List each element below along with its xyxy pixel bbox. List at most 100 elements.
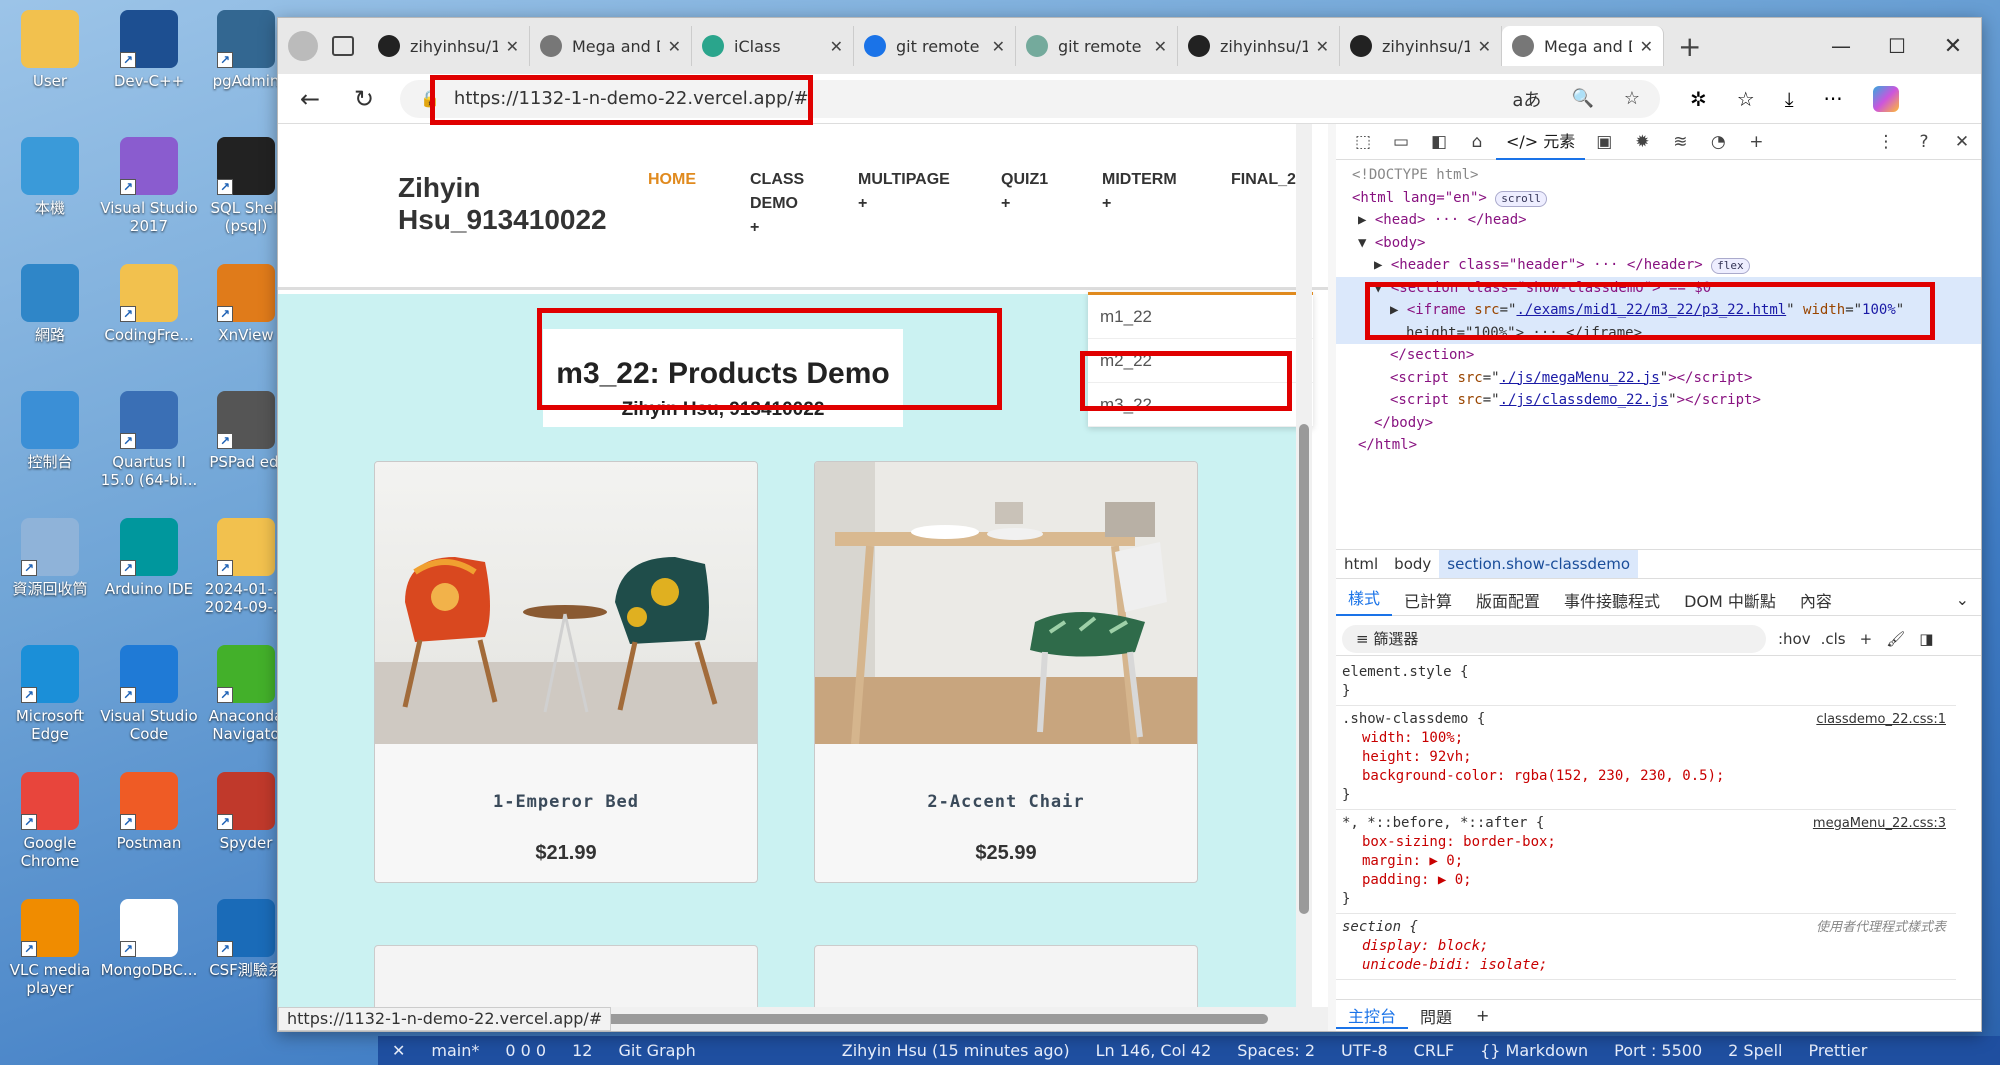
crumb-html[interactable]: html <box>1336 550 1386 578</box>
desktop-shortcut[interactable]: ↗ Postman <box>99 772 199 852</box>
dom-section-node[interactable]: ▼ <section class="show-classdemo"> == $0 <box>1336 276 1981 299</box>
desktop-shortcut[interactable]: ↗ Visual Studio 2017 <box>99 137 199 235</box>
blame-status[interactable]: Zihyin Hsu (15 minutes ago) <box>842 1041 1070 1060</box>
crumb-body[interactable]: body <box>1386 550 1439 578</box>
read-aloud-icon[interactable]: aあ <box>1512 86 1541 112</box>
style-rule[interactable]: element.style { } <box>1336 659 1956 706</box>
prettier-status[interactable]: Prettier <box>1808 1041 1867 1060</box>
close-tab-icon[interactable]: ✕ <box>992 37 1005 56</box>
new-tab-button[interactable]: + <box>1678 30 1701 63</box>
dom-header-node[interactable]: ▶ <header class="header"> ··· </header> … <box>1336 254 1981 277</box>
device-icon[interactable]: ▭ <box>1382 132 1420 152</box>
more-menu-icon[interactable]: ··· <box>1824 87 1843 111</box>
cls-toggle[interactable]: .cls <box>1821 630 1846 648</box>
favorites-icon[interactable]: ☆ <box>1737 87 1755 111</box>
tab-console[interactable]: 主控台 <box>1336 1003 1409 1029</box>
style-property[interactable]: box-sizing: border-box; <box>1342 833 1950 852</box>
minimize-button[interactable]: — <box>1813 34 1869 58</box>
branch-status[interactable]: main* <box>431 1041 479 1060</box>
dom-iframe-node[interactable]: ▶ <iframe src="./exams/mid1_22/m3_22/p3_… <box>1336 299 1981 322</box>
desktop-shortcut[interactable]: 控制台 <box>0 391 100 471</box>
browser-tab[interactable]: zihyinhsu/1 ✕ <box>1178 26 1340 66</box>
close-tab-icon[interactable]: ✕ <box>1478 37 1491 56</box>
language-status[interactable]: {} Markdown <box>1480 1041 1588 1060</box>
downloads-icon[interactable]: ⤓ <box>1785 87 1794 111</box>
tab-event-listeners[interactable]: 事件接聽程式 <box>1552 588 1672 612</box>
inspect-icon[interactable]: ⬚ <box>1344 132 1382 152</box>
profile-icon[interactable] <box>288 31 318 61</box>
menu-final[interactable]: FINAL_22 <box>1231 168 1305 192</box>
flex-badge[interactable]: flex <box>1711 258 1750 274</box>
network-wifi-icon[interactable]: ≋ <box>1661 132 1699 152</box>
sidebar-toggle-icon[interactable]: ◨ <box>1919 630 1933 648</box>
menu-quiz1[interactable]: QUIZ1 + <box>1001 168 1048 216</box>
tab-dom-breakpoints[interactable]: DOM 中斷點 <box>1672 588 1788 612</box>
sources-bug-icon[interactable]: ✹ <box>1623 132 1661 152</box>
close-devtools-icon[interactable]: ✕ <box>1943 132 1981 152</box>
menu-classdemo[interactable]: CLASS DEMO + <box>750 168 804 240</box>
desktop-shortcut[interactable]: 本機 <box>0 137 100 217</box>
close-window-button[interactable]: ✕ <box>1925 34 1981 59</box>
dom-script-node[interactable]: <script src="./js/classdemo_22.js"></scr… <box>1336 389 1981 412</box>
tab-issues[interactable]: 問題 <box>1408 1004 1464 1028</box>
desktop-shortcut[interactable]: ↗ VLC media player <box>0 899 100 997</box>
lock-icon[interactable]: 🔒 <box>420 89 440 108</box>
cursor-status[interactable]: Ln 146, Col 42 <box>1096 1041 1212 1060</box>
favorite-star-icon[interactable]: ☆ <box>1624 88 1640 109</box>
dock-icon[interactable]: ◧ <box>1420 132 1458 152</box>
desktop-shortcut[interactable]: ↗ Visual Studio Code <box>99 645 199 743</box>
script-src-link[interactable]: ./js/megaMenu_22.js <box>1500 370 1660 386</box>
iframe-src-link[interactable]: ./exams/mid1_22/m3_22/p3_22.html <box>1516 302 1786 318</box>
close-tab-icon[interactable]: ✕ <box>1316 37 1329 56</box>
scroll-badge[interactable]: scroll <box>1495 190 1548 207</box>
encoding-status[interactable]: UTF-8 <box>1341 1041 1388 1060</box>
indent-status[interactable]: Spaces: 2 <box>1237 1041 1315 1060</box>
refresh-button[interactable]: ↻ <box>344 81 384 117</box>
scrollbar-thumb[interactable] <box>568 1014 1268 1024</box>
problems-status[interactable]: 0 0 0 <box>505 1041 546 1060</box>
hov-toggle[interactable]: :hov <box>1778 630 1811 648</box>
close-tab-icon[interactable]: ✕ <box>668 37 681 56</box>
spell-status[interactable]: 2 Spell <box>1728 1041 1782 1060</box>
git-graph-status[interactable]: Git Graph <box>618 1041 695 1060</box>
style-property[interactable]: margin: ▶ 0; <box>1342 852 1950 871</box>
product-card[interactable]: 1-Emperor Bed $21.99 <box>374 461 758 883</box>
new-rule-icon[interactable]: + <box>1860 630 1873 648</box>
style-property[interactable]: padding: ▶ 0; <box>1342 871 1950 890</box>
chevron-down-icon[interactable]: ⌄ <box>1944 590 1981 609</box>
devtools-menu-icon[interactable]: ⋮ <box>1867 132 1905 152</box>
extensions-icon[interactable]: ✲ <box>1690 87 1707 111</box>
crumb-section[interactable]: section.show-classdemo <box>1439 550 1639 578</box>
close-tab-icon[interactable]: ✕ <box>1154 37 1167 56</box>
desktop-shortcut[interactable]: ↗ Dev-C++ <box>99 10 199 90</box>
style-property[interactable]: width: 100%; <box>1342 729 1950 748</box>
close-tab-icon[interactable]: ✕ <box>1640 37 1653 56</box>
browser-tab[interactable]: zihyinhsu/1 ✕ <box>368 26 530 66</box>
menu-home[interactable]: HOME <box>648 168 696 192</box>
welcome-home-icon[interactable]: ⌂ <box>1458 132 1496 152</box>
maximize-button[interactable]: ☐ <box>1869 34 1925 58</box>
menu-multipage[interactable]: MULTIPAGE + <box>858 168 950 216</box>
port-status[interactable]: Port : 5500 <box>1614 1041 1702 1060</box>
tab-actions-icon[interactable] <box>332 36 354 56</box>
desktop-shortcut[interactable]: ↗ Google Chrome <box>0 772 100 870</box>
tab-computed[interactable]: 已計算 <box>1392 588 1464 612</box>
desktop-shortcut[interactable]: User <box>0 10 100 90</box>
browser-tab[interactable]: git remote a ✕ <box>854 26 1016 66</box>
commits-status[interactable]: 12 <box>572 1041 592 1060</box>
tab-properties[interactable]: 內容 <box>1788 588 1844 612</box>
rule-source-link[interactable]: megaMenu_22.css:3 <box>1813 814 1946 833</box>
console-icon[interactable]: ▣ <box>1585 132 1623 152</box>
paint-icon[interactable]: 🖌 <box>1886 630 1905 648</box>
vscode-menu-icon[interactable]: ✕ <box>392 1041 405 1060</box>
dropdown-item-m3[interactable]: m3_22 <box>1088 383 1313 427</box>
menu-midterm[interactable]: MIDTERM + <box>1102 168 1177 216</box>
browser-tab[interactable]: zihyinhsu/1 ✕ <box>1340 26 1502 66</box>
rule-source-link[interactable]: classdemo_22.css:1 <box>1816 710 1946 729</box>
desktop-shortcut[interactable]: 網路 <box>0 264 100 344</box>
add-drawer-tab-icon[interactable]: + <box>1464 1006 1501 1025</box>
style-property[interactable]: display: block; <box>1342 937 1950 956</box>
eol-status[interactable]: CRLF <box>1414 1041 1454 1060</box>
browser-tab[interactable]: iClass ✕ <box>692 26 854 66</box>
dom-script-node[interactable]: <script src="./js/megaMenu_22.js"></scri… <box>1336 367 1981 390</box>
